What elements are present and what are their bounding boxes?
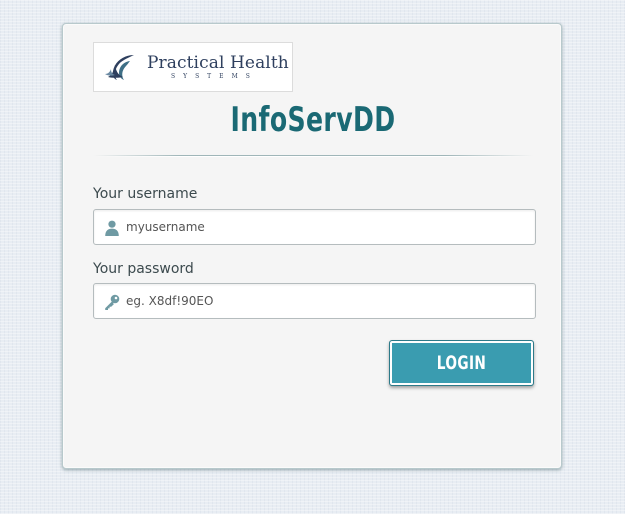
username-field[interactable] xyxy=(93,209,536,245)
user-icon xyxy=(105,220,119,236)
password-label: Your password xyxy=(93,261,194,277)
login-button-label: LOGIN xyxy=(436,352,487,374)
logo-subtitle: SYSTEMS xyxy=(171,73,258,80)
password-field[interactable] xyxy=(93,283,536,319)
logo-name: Practical Health xyxy=(147,53,289,73)
login-button[interactable]: LOGIN xyxy=(389,340,534,386)
company-logo: Practical Health SYSTEMS xyxy=(93,42,293,92)
username-input[interactable] xyxy=(126,210,526,244)
password-input[interactable] xyxy=(126,284,526,318)
app-title: InfoServDD xyxy=(230,100,396,140)
username-label: Your username xyxy=(93,186,198,202)
key-icon xyxy=(105,294,120,310)
login-card: Practical Health SYSTEMS InfoServDD Your… xyxy=(62,23,562,469)
title-divider-highlight xyxy=(93,156,533,157)
wave-logo-icon xyxy=(105,55,134,80)
